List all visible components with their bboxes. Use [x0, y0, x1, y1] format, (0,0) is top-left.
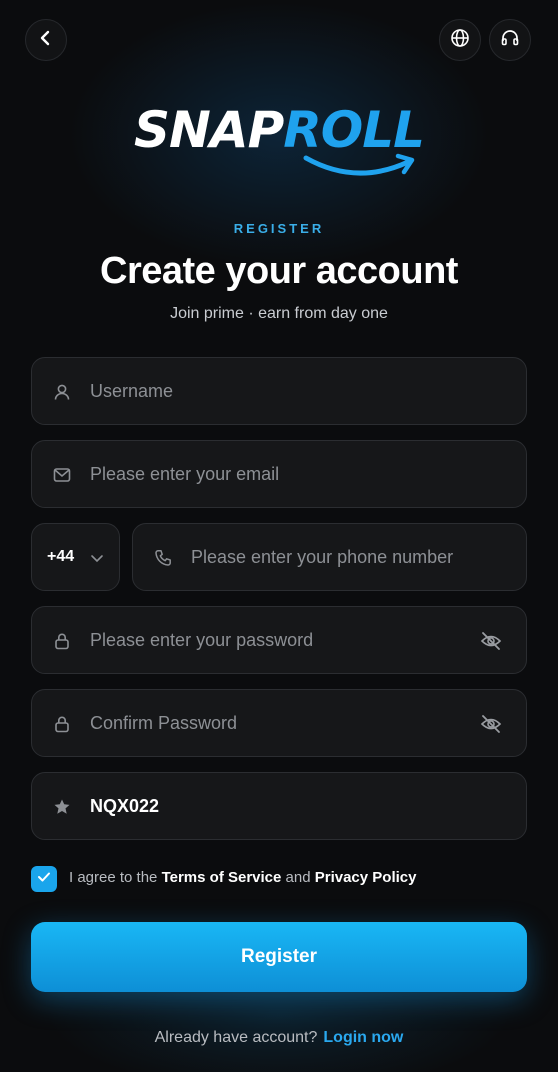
language-button[interactable]: [439, 19, 481, 61]
eye-off-icon[interactable]: [480, 713, 502, 735]
login-now-link[interactable]: Login now: [323, 1029, 403, 1046]
email-field[interactable]: Please enter your email: [31, 440, 527, 508]
invite-code-field[interactable]: NQX022: [31, 772, 527, 840]
username-field[interactable]: Username: [31, 357, 527, 425]
terms-checkbox[interactable]: [31, 866, 57, 892]
mail-icon: [52, 465, 72, 485]
terms-of-service-link[interactable]: Terms of Service: [162, 869, 282, 886]
page-subtitle: Join prime · earn from day one: [170, 305, 388, 322]
privacy-policy-link[interactable]: Privacy Policy: [315, 869, 417, 886]
password-placeholder: Please enter your password: [90, 629, 314, 650]
page-title: Create your account: [100, 250, 458, 292]
globe-icon: [450, 28, 470, 53]
check-icon: [37, 870, 51, 888]
support-button[interactable]: [489, 19, 531, 61]
register-button[interactable]: Register: [31, 922, 527, 992]
headset-icon: [500, 28, 520, 53]
confirm-password-field[interactable]: Confirm Password: [31, 689, 527, 757]
lock-icon: [52, 631, 72, 651]
lock-icon: [52, 714, 72, 734]
username-placeholder: Username: [90, 380, 174, 401]
terms-and: and: [285, 869, 311, 886]
terms-prefix: I agree to the: [69, 869, 158, 886]
confirm-password-placeholder: Confirm Password: [90, 712, 238, 733]
login-prompt: Already have account? Login now: [0, 1029, 558, 1047]
logo-part-snap: SNAP: [134, 101, 284, 159]
logo-smile-icon: [303, 153, 415, 176]
chevron-left-icon: [39, 30, 53, 51]
email-placeholder: Please enter your email: [90, 463, 280, 484]
terms-text: I agree to the Terms of Service and Priv…: [69, 869, 416, 886]
country-code-value: +44: [47, 548, 75, 565]
chevron-down-icon: [90, 551, 104, 569]
section-kicker: REGISTER: [233, 221, 325, 236]
user-icon: [52, 382, 72, 402]
phone-field[interactable]: Please enter your phone number: [132, 523, 527, 591]
star-icon: [52, 797, 72, 817]
login-prompt-text: Already have account?: [154, 1029, 318, 1046]
invite-code-value: NQX022: [90, 795, 160, 816]
back-button[interactable]: [25, 19, 67, 61]
phone-placeholder: Please enter your phone number: [191, 546, 454, 567]
phone-icon: [153, 548, 173, 568]
brand-logo: SNAPROLL: [0, 100, 558, 160]
country-code-select[interactable]: +44: [31, 523, 120, 591]
eye-off-icon[interactable]: [480, 630, 502, 652]
password-field[interactable]: Please enter your password: [31, 606, 527, 674]
